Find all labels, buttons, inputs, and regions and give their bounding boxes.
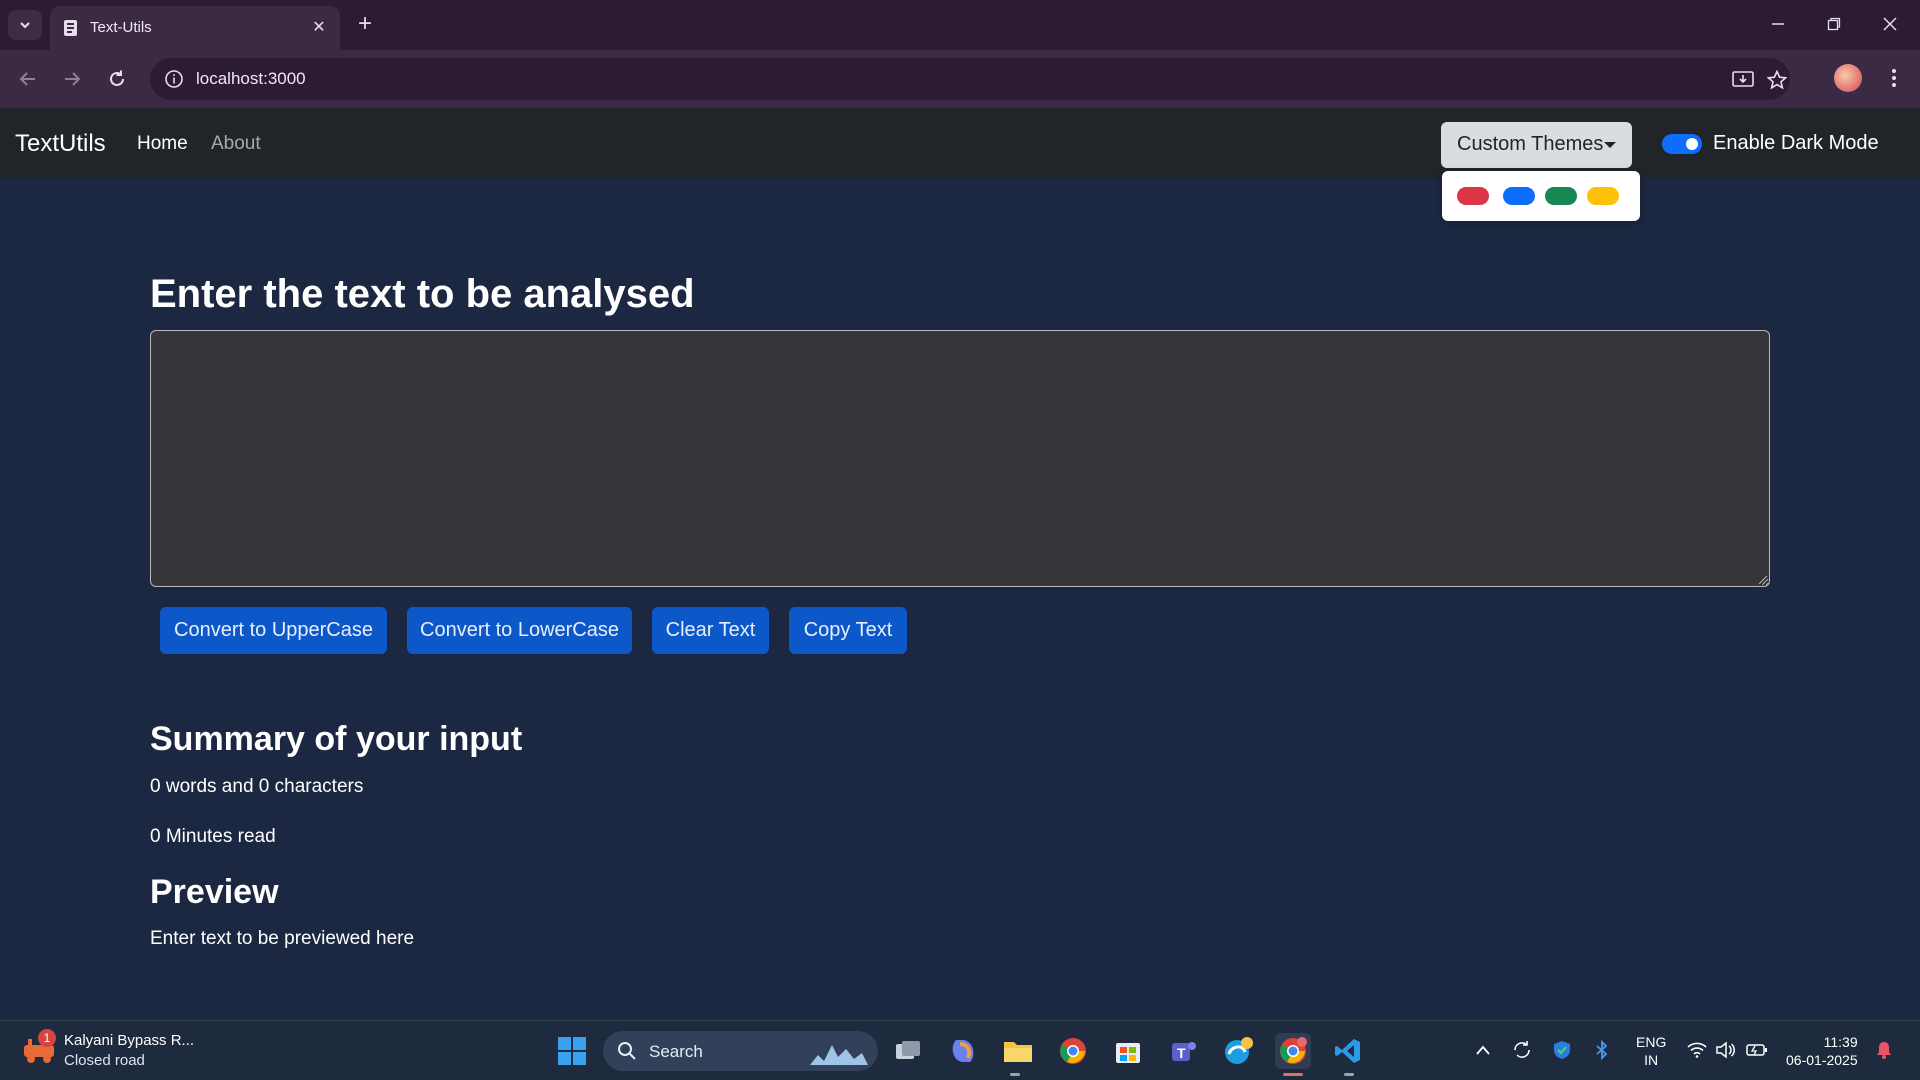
- uppercase-button[interactable]: Convert to UpperCase: [160, 607, 387, 654]
- chevron-down-icon: [20, 22, 30, 29]
- theme-option-blue[interactable]: [1503, 187, 1535, 205]
- copilot-icon[interactable]: [945, 1033, 981, 1069]
- taskbar-search[interactable]: Search: [603, 1031, 878, 1071]
- edge-icon[interactable]: [1220, 1033, 1256, 1069]
- browser-menu-icon[interactable]: [1880, 64, 1908, 92]
- restore-icon: [1827, 17, 1841, 31]
- theme-option-red[interactable]: [1457, 187, 1489, 205]
- browser-tabstrip: Text-Utils ✕ +: [0, 0, 1920, 50]
- preview-text: Enter text to be previewed here: [150, 928, 415, 949]
- windows-start-icon[interactable]: [554, 1033, 590, 1069]
- arrow-left-icon: [19, 72, 35, 86]
- security-shield-icon[interactable]: [1551, 1039, 1573, 1061]
- search-label: Search: [649, 1042, 703, 1061]
- address-bar[interactable]: localhost:3000: [150, 58, 1790, 100]
- read-time-text: 0 Minutes read: [150, 826, 276, 847]
- reload-button[interactable]: [101, 63, 133, 95]
- file-explorer-icon[interactable]: [1000, 1033, 1036, 1069]
- tab-search-button[interactable]: [8, 10, 42, 40]
- windows-taskbar: 1 Kalyani Bypass R... Closed road Search…: [0, 1020, 1920, 1080]
- toggle-knob: [1686, 138, 1698, 150]
- restore-button[interactable]: [1812, 8, 1856, 40]
- navbar-brand[interactable]: TextUtils: [15, 130, 106, 158]
- document-favicon-icon: [64, 20, 77, 36]
- vscode-running-indicator: [1344, 1073, 1354, 1076]
- dark-mode-toggle[interactable]: [1662, 134, 1702, 154]
- back-button[interactable]: [12, 63, 44, 95]
- word-count-text: 0 words and 0 characters: [150, 776, 364, 797]
- teams-icon[interactable]: T: [1165, 1033, 1201, 1069]
- url-text: localhost:3000: [196, 69, 306, 88]
- sync-icon[interactable]: [1511, 1039, 1533, 1061]
- lowercase-button[interactable]: Convert to LowerCase: [407, 607, 632, 654]
- resize-grip-icon[interactable]: [1756, 573, 1768, 585]
- form-heading: Enter the text to be analysed: [150, 272, 695, 316]
- language-code: ENG: [1636, 1034, 1667, 1050]
- close-tab-icon[interactable]: ✕: [308, 16, 330, 38]
- bookmark-star-icon[interactable]: [1764, 67, 1790, 93]
- browser-tab-active[interactable]: Text-Utils ✕: [50, 6, 340, 50]
- app-navbar: TextUtils Home About Custom Themes Enabl…: [0, 108, 1920, 178]
- task-view-icon[interactable]: [890, 1033, 926, 1069]
- nav-link-about[interactable]: About: [211, 133, 261, 155]
- chrome-icon[interactable]: [1055, 1033, 1091, 1069]
- new-tab-button[interactable]: +: [352, 12, 378, 38]
- search-icon: [618, 1042, 636, 1060]
- profile-avatar[interactable]: [1834, 64, 1862, 92]
- chrome-active-icon[interactable]: [1275, 1033, 1311, 1069]
- svg-text:T: T: [1177, 1045, 1186, 1061]
- volume-icon[interactable]: [1714, 1039, 1736, 1061]
- clock-time: 11:39: [1823, 1034, 1858, 1050]
- theme-option-yellow[interactable]: [1587, 187, 1619, 205]
- clock-date: 06-01-2025: [1786, 1052, 1858, 1068]
- clock[interactable]: 11:39 06-01-2025: [1786, 1033, 1858, 1069]
- dark-mode-label[interactable]: Enable Dark Mode: [1713, 132, 1879, 155]
- custom-themes-label: Custom Themes: [1457, 133, 1604, 155]
- weather-subtitle: Closed road: [64, 1052, 145, 1069]
- chrome-running-indicator: [1283, 1073, 1303, 1076]
- clear-text-button[interactable]: Clear Text: [652, 607, 769, 654]
- summary-heading: Summary of your input: [150, 720, 523, 758]
- search-highlight-icon: [810, 1045, 868, 1065]
- themes-dropdown-menu: [1442, 171, 1640, 221]
- chevron-up-icon[interactable]: [1472, 1039, 1494, 1061]
- weather-title: Kalyani Bypass R...: [64, 1032, 195, 1049]
- notification-bell-icon[interactable]: [1873, 1039, 1895, 1061]
- browser-toolbar: localhost:3000: [0, 50, 1920, 108]
- reload-icon: [110, 70, 124, 86]
- tab-title: Text-Utils: [90, 19, 152, 36]
- caret-down-icon: [1604, 142, 1616, 148]
- language-indicator[interactable]: ENG IN: [1636, 1033, 1666, 1069]
- explorer-running-indicator: [1010, 1073, 1020, 1076]
- forward-button[interactable]: [56, 63, 88, 95]
- minimize-button[interactable]: [1756, 8, 1800, 40]
- bluetooth-icon[interactable]: [1591, 1039, 1613, 1061]
- close-window-button[interactable]: [1868, 8, 1912, 40]
- close-icon: [1883, 17, 1897, 31]
- preview-heading: Preview: [150, 873, 279, 911]
- notification-badge: 1: [38, 1029, 56, 1047]
- minimize-icon: [1772, 23, 1784, 25]
- arrow-right-icon: [65, 72, 81, 86]
- region-code: IN: [1644, 1052, 1659, 1068]
- install-app-icon[interactable]: [1730, 67, 1756, 93]
- microsoft-store-icon[interactable]: [1110, 1033, 1146, 1069]
- battery-icon[interactable]: [1746, 1039, 1768, 1061]
- wifi-icon[interactable]: [1686, 1039, 1708, 1061]
- text-input-area[interactable]: [150, 330, 1770, 587]
- vscode-icon[interactable]: [1330, 1033, 1366, 1069]
- nav-link-home[interactable]: Home: [137, 133, 188, 155]
- copy-text-button[interactable]: Copy Text: [789, 607, 907, 654]
- info-icon[interactable]: [164, 69, 184, 89]
- theme-option-green[interactable]: [1545, 187, 1577, 205]
- custom-themes-dropdown-button[interactable]: Custom Themes: [1441, 122, 1632, 168]
